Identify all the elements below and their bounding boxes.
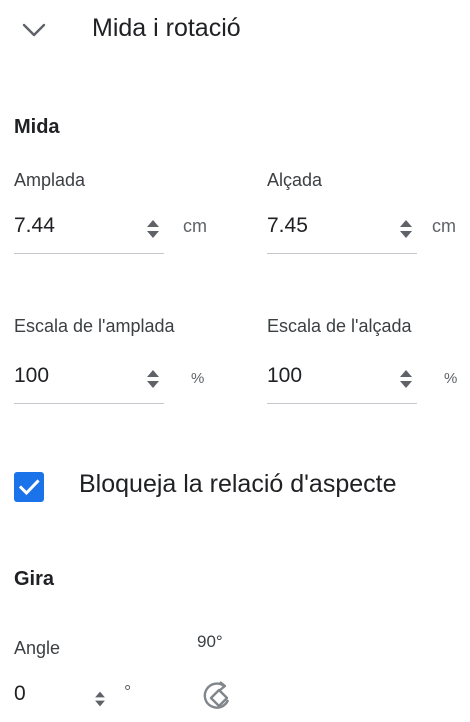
scale-height-spinner-icon[interactable] (399, 368, 413, 390)
angle-spinner-icon[interactable] (94, 690, 106, 708)
size-heading: Mida (14, 116, 60, 138)
rotate-90-icon[interactable] (198, 676, 238, 716)
height-underline (267, 253, 417, 254)
width-input[interactable]: 7.44 (14, 214, 55, 238)
scale-width-spinner-icon[interactable] (146, 368, 160, 390)
scale-height-input[interactable]: 100 (267, 364, 302, 388)
width-field: 7.44 cm (14, 206, 224, 254)
section-header[interactable]: Mida i rotació (0, 0, 470, 60)
scale-width-input[interactable]: 100 (14, 364, 49, 388)
lock-aspect-checkbox[interactable] (14, 472, 44, 502)
angle-unit: ° (124, 682, 132, 702)
height-spinner-icon[interactable] (399, 218, 413, 240)
angle-label: Angle (14, 638, 61, 658)
angle-input[interactable]: 0 (14, 682, 26, 706)
angle-field: 0 ° (14, 674, 154, 722)
width-spinner-icon[interactable] (146, 218, 160, 240)
height-label: Alçada (267, 170, 323, 190)
height-input[interactable]: 7.45 (267, 214, 308, 238)
lock-aspect-label[interactable]: Bloqueja la relació d'aspecte (79, 470, 396, 499)
section-title: Mida i rotació (92, 14, 241, 42)
rotate-90-label: 90° (197, 632, 223, 651)
height-unit: cm (432, 216, 456, 236)
size-rotation-panel: Mida i rotació Mida Amplada Alçada 7.44 … (0, 0, 470, 722)
width-unit: cm (183, 216, 207, 236)
chevron-down-icon[interactable] (22, 18, 46, 42)
scale-width-label: Escala de l'amplada (14, 316, 175, 336)
scale-width-underline (14, 403, 164, 404)
height-field: 7.45 cm (267, 206, 467, 254)
rotate-heading: Gira (14, 568, 55, 590)
scale-height-underline (267, 403, 417, 404)
scale-width-unit: % (191, 370, 205, 387)
scale-height-label: Escala de l'alçada (267, 316, 412, 336)
scale-width-field: 100 % (14, 356, 224, 404)
width-label: Amplada (14, 170, 86, 190)
width-underline (14, 253, 164, 254)
scale-height-field: 100 % (267, 356, 467, 404)
checkmark-icon (18, 479, 40, 496)
scale-height-unit: % (444, 370, 458, 387)
